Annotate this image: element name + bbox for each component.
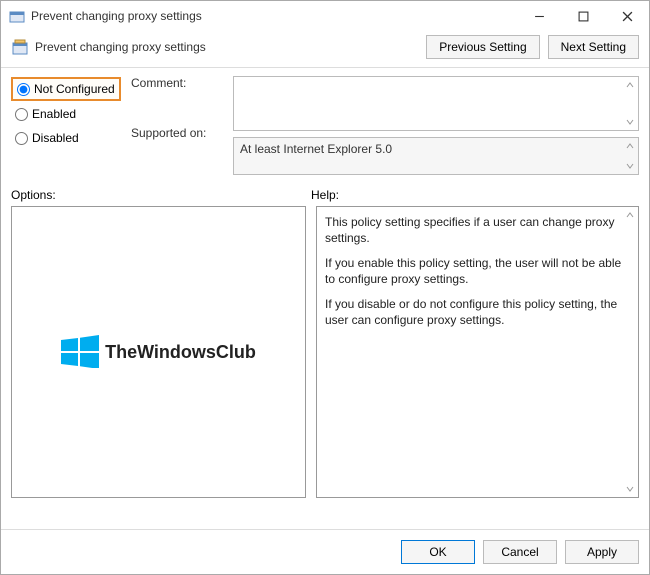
previous-setting-button[interactable]: Previous Setting: [426, 35, 539, 59]
header-row: Prevent changing proxy settings Previous…: [1, 31, 649, 68]
state-radio-group: Not Configured Enabled Disabled: [11, 76, 121, 176]
radio-enabled[interactable]: Enabled: [11, 102, 121, 126]
panels-row: TheWindowsClub This policy setting speci…: [1, 206, 649, 506]
radio-enabled-input[interactable]: [15, 108, 28, 121]
options-label: Options:: [11, 188, 311, 202]
watermark-logo-icon: [61, 334, 99, 371]
radio-label: Enabled: [32, 107, 76, 121]
scroll-down-icon[interactable]: [625, 161, 635, 171]
radio-not-configured[interactable]: Not Configured: [11, 77, 121, 101]
window-title: Prevent changing proxy settings: [31, 9, 517, 23]
config-row: Not Configured Enabled Disabled Comment:…: [1, 68, 649, 184]
labels-column: Comment: Supported on:: [131, 76, 223, 176]
cancel-button[interactable]: Cancel: [483, 540, 557, 564]
comment-label: Comment:: [131, 76, 223, 126]
minimize-button[interactable]: [517, 1, 561, 31]
header-title: Prevent changing proxy settings: [35, 40, 418, 54]
watermark-text: TheWindowsClub: [105, 342, 256, 363]
radio-disabled-input[interactable]: [15, 132, 28, 145]
scroll-down-icon[interactable]: [625, 117, 635, 127]
radio-label: Not Configured: [34, 82, 115, 96]
scroll-up-icon[interactable]: [625, 80, 635, 90]
help-paragraph: If you enable this policy setting, the u…: [325, 256, 622, 287]
help-panel: This policy setting specifies if a user …: [316, 206, 639, 498]
inputs-column: At least Internet Explorer 5.0: [233, 76, 639, 176]
panel-labels: Options: Help:: [1, 184, 649, 206]
supported-value: At least Internet Explorer 5.0: [240, 142, 392, 156]
comment-textarea[interactable]: [233, 76, 639, 131]
options-panel: TheWindowsClub: [11, 206, 306, 498]
radio-disabled[interactable]: Disabled: [11, 126, 121, 150]
apply-button[interactable]: Apply: [565, 540, 639, 564]
watermark: TheWindowsClub: [61, 334, 256, 371]
help-label: Help:: [311, 188, 639, 202]
scroll-up-icon[interactable]: [625, 210, 635, 220]
close-button[interactable]: [605, 1, 649, 31]
ok-button[interactable]: OK: [401, 540, 475, 564]
policy-icon: [11, 38, 29, 56]
radio-not-configured-input[interactable]: [17, 83, 30, 96]
help-paragraph: If you disable or do not configure this …: [325, 297, 622, 328]
window-controls: [517, 1, 649, 31]
app-icon: [9, 8, 25, 24]
titlebar: Prevent changing proxy settings: [1, 1, 649, 31]
supported-textarea: At least Internet Explorer 5.0: [233, 137, 639, 175]
scroll-up-icon[interactable]: [625, 141, 635, 151]
scroll-down-icon[interactable]: [625, 484, 635, 494]
radio-label: Disabled: [32, 131, 79, 145]
maximize-button[interactable]: [561, 1, 605, 31]
supported-label: Supported on:: [131, 126, 223, 176]
footer: OK Cancel Apply: [1, 529, 649, 574]
next-setting-button[interactable]: Next Setting: [548, 35, 639, 59]
help-paragraph: This policy setting specifies if a user …: [325, 215, 622, 246]
